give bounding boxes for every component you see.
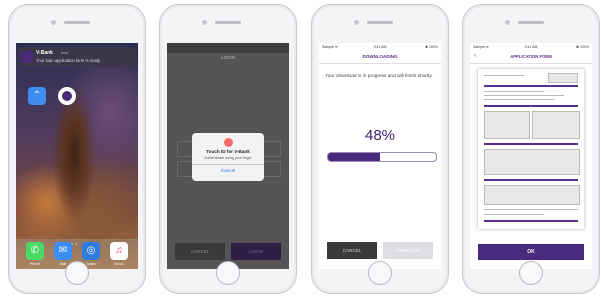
front-camera (202, 20, 207, 25)
clock-label: 9:41 AM (373, 45, 387, 49)
login-screen-dimmed: LOGIN Touch ID for V-Bank Authenticate u… (167, 43, 289, 269)
application-form-document[interactable] (478, 69, 584, 229)
doc-rule (484, 105, 578, 107)
earpiece-speaker (64, 21, 90, 24)
dialog-title: Touch ID for V-Bank (206, 149, 250, 154)
front-camera (505, 20, 510, 25)
download-message: Your download is in progress and will fi… (325, 74, 433, 79)
login-button[interactable]: LOGIN (231, 243, 281, 260)
progress-percent: 48% (364, 127, 396, 144)
doc-rule (484, 143, 578, 145)
screen-title: DOWNLOADING (362, 54, 398, 59)
doc-line (484, 214, 544, 215)
front-camera (51, 20, 56, 25)
header-divider (319, 63, 441, 64)
doc-field-block (532, 111, 580, 139)
continue-button[interactable]: CONTINUE (383, 242, 433, 259)
home-button[interactable] (216, 261, 240, 285)
doc-field-block (484, 111, 530, 139)
doc-line (484, 209, 578, 210)
battery-label: ✱ 100% (425, 45, 438, 49)
doc-line (484, 91, 544, 92)
phone-home-screen: V-Bank now Your loan application form is… (8, 4, 146, 294)
earpiece-speaker (367, 21, 393, 24)
battery-label: ✱ 100% (576, 45, 589, 49)
home-screen: V-Bank now Your loan application form is… (16, 43, 138, 269)
dialog-divider (192, 164, 264, 165)
doc-table-block (484, 185, 580, 205)
doc-logo-block (548, 73, 578, 83)
touch-id-dialog: Touch ID for V-Bank Authenticate using y… (192, 133, 264, 181)
app-store-icon[interactable]: ⌃ (28, 87, 46, 105)
notification-body: Your loan application form is ready (36, 58, 101, 63)
safari-icon[interactable]: ◎ (82, 242, 100, 260)
screen-title: LOGIN (220, 55, 235, 60)
dialog-subtitle: Authenticate using your finger (204, 156, 252, 160)
music-icon[interactable]: ♫ (110, 242, 128, 260)
dialog-cancel-button[interactable]: Cancel (192, 168, 264, 173)
page-indicator (66, 232, 88, 245)
earpiece-speaker (215, 21, 241, 24)
cancel-button[interactable]: CANCEL (327, 242, 377, 259)
earpiece-speaker (518, 21, 544, 24)
v-bank-app-icon (21, 51, 33, 63)
doc-line (484, 99, 554, 100)
dock-label-music: Music (114, 262, 124, 266)
phone-touch-id: LOGIN Touch ID for V-Bank Authenticate u… (159, 4, 297, 294)
doc-rule (484, 179, 578, 181)
phone-application-form: Sample ≋ 9:41 AM ✱ 100% ‹ APPLICATION FO… (462, 4, 600, 294)
fingerprint-icon (224, 138, 233, 147)
doc-rule (484, 220, 578, 222)
cancel-button[interactable]: CANCEL (175, 243, 225, 260)
clock-label: 9:41 AM (524, 45, 538, 49)
phone-icon[interactable]: ✆ (26, 242, 44, 260)
phone-downloading: Sample ≋ 9:41 AM ✱ 100% DOWNLOADING Your… (311, 4, 449, 294)
downloading-screen: Sample ≋ 9:41 AM ✱ 100% DOWNLOADING Your… (319, 43, 441, 269)
home-button[interactable] (65, 261, 89, 285)
status-bar (167, 43, 289, 53)
notification-time: now (61, 50, 69, 55)
home-button[interactable] (368, 261, 392, 285)
header-divider (470, 63, 592, 64)
screen-title: APPLICATION FORM (510, 54, 552, 59)
progress-bar (327, 152, 437, 162)
application-form-screen: Sample ≋ 9:41 AM ✱ 100% ‹ APPLICATION FO… (470, 43, 592, 269)
notification-app-name: V-Bank (36, 50, 53, 56)
mail-icon[interactable]: ✉ (54, 242, 72, 260)
status-bar: Sample ≋ 9:41 AM ✱ 100% (319, 43, 441, 52)
home-button[interactable] (519, 261, 543, 285)
doc-line (484, 95, 564, 96)
v-bank-icon[interactable] (58, 87, 76, 105)
doc-table-block (484, 149, 580, 175)
front-camera (354, 20, 359, 25)
doc-line (484, 75, 524, 76)
ok-button[interactable]: OK (478, 244, 584, 260)
push-notification[interactable]: V-Bank now Your loan application form is… (18, 47, 136, 67)
dock-label-phone: Phone (29, 262, 41, 266)
status-bar: Sample ≋ 9:41 AM ✱ 100% (470, 43, 592, 52)
doc-rule (484, 85, 578, 87)
progress-bar-fill (328, 153, 380, 161)
